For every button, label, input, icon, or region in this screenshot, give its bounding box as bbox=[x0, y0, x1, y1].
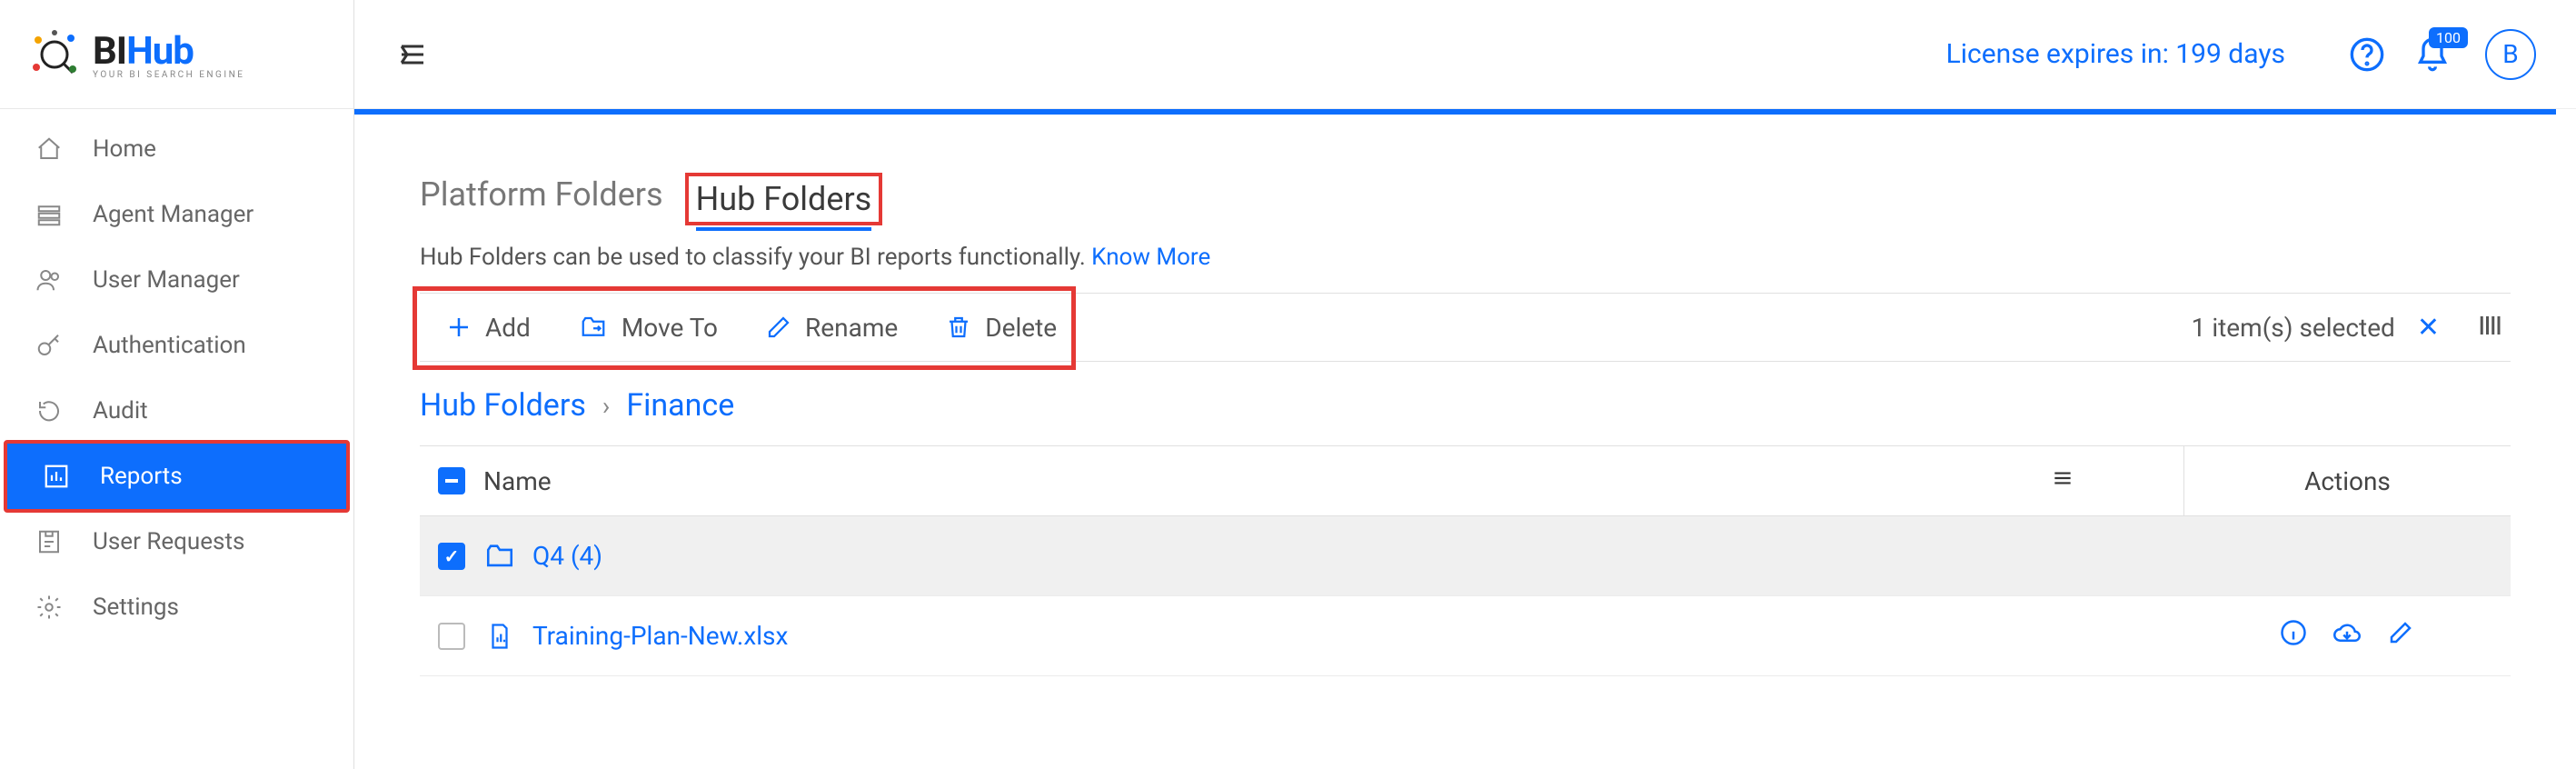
selection-count: 1 item(s) selected bbox=[2192, 313, 2395, 343]
tab-hub-folders[interactable]: Hub Folders bbox=[696, 180, 872, 231]
download-icon[interactable] bbox=[2332, 619, 2362, 653]
delete-button[interactable]: Delete bbox=[934, 305, 1068, 350]
help-button[interactable] bbox=[2347, 35, 2387, 75]
table-row[interactable]: Q4 (4) bbox=[420, 516, 2511, 596]
key-icon bbox=[35, 331, 64, 360]
sidebar-item-reports[interactable]: Reports bbox=[7, 444, 346, 509]
logo-hub: Hub bbox=[126, 29, 194, 74]
add-button[interactable]: Add bbox=[434, 305, 542, 350]
description-text: Hub Folders can be used to classify your… bbox=[420, 244, 1091, 271]
add-label: Add bbox=[485, 313, 531, 343]
sidebar-item-label: Authentication bbox=[93, 332, 246, 359]
col-name-header[interactable]: Name bbox=[483, 466, 552, 496]
breadcrumb-root[interactable]: Hub Folders bbox=[420, 387, 586, 424]
collapse-sidebar-button[interactable] bbox=[394, 36, 431, 73]
logo-bi: BI bbox=[93, 29, 126, 74]
sidebar: BI Hub YOUR BI SEARCH ENGINE Home Agent … bbox=[0, 0, 354, 769]
tabs: Platform Folders Hub Folders bbox=[420, 145, 2511, 225]
sort-icon[interactable] bbox=[2051, 466, 2074, 496]
rename-button[interactable]: Rename bbox=[754, 305, 909, 350]
sidebar-item-settings[interactable]: Settings bbox=[0, 574, 353, 640]
agent-icon bbox=[35, 200, 64, 229]
sidebar-item-label: Audit bbox=[93, 397, 148, 424]
sidebar-item-home[interactable]: Home bbox=[0, 116, 353, 182]
row-checkbox[interactable] bbox=[438, 543, 465, 570]
sidebar-item-label: Settings bbox=[93, 594, 179, 621]
edit-icon[interactable] bbox=[2387, 619, 2414, 653]
sidebar-item-agent-manager[interactable]: Agent Manager bbox=[0, 182, 353, 247]
toolbar: Add Move To Rename Delete 1 item(s) sele… bbox=[420, 293, 2511, 362]
notifications-badge: 100 bbox=[2429, 27, 2468, 48]
description: Hub Folders can be used to classify your… bbox=[420, 244, 2511, 271]
know-more-link[interactable]: Know More bbox=[1091, 244, 1210, 271]
avatar[interactable]: B bbox=[2485, 29, 2536, 80]
users-icon bbox=[35, 265, 64, 295]
license-text[interactable]: License expires in: 199 days bbox=[1946, 38, 2285, 70]
row-name: Training-Plan-New.xlsx bbox=[532, 621, 788, 651]
sidebar-item-user-requests[interactable]: User Requests bbox=[0, 509, 353, 574]
content-accent-bar bbox=[354, 109, 2556, 115]
sidebar-item-label: User Requests bbox=[93, 528, 244, 555]
tab-platform-folders[interactable]: Platform Folders bbox=[420, 175, 663, 223]
content: Platform Folders Hub Folders Hub Folders… bbox=[354, 109, 2576, 769]
home-icon bbox=[35, 135, 64, 164]
move-to-button[interactable]: Move To bbox=[567, 305, 729, 350]
columns-button[interactable] bbox=[2476, 312, 2503, 343]
header: License expires in: 199 days 100 B bbox=[354, 0, 2576, 109]
report-file-icon bbox=[483, 620, 516, 653]
col-actions-header: Actions bbox=[2183, 446, 2511, 515]
folder-icon bbox=[483, 540, 516, 573]
table-header: Name Actions bbox=[420, 445, 2511, 516]
requests-icon bbox=[35, 527, 64, 556]
clear-selection-button[interactable]: ✕ bbox=[2417, 312, 2440, 344]
sidebar-item-label: User Manager bbox=[93, 266, 240, 294]
logo-area: BI Hub YOUR BI SEARCH ENGINE bbox=[0, 0, 353, 109]
sidebar-item-user-manager[interactable]: User Manager bbox=[0, 247, 353, 313]
reports-icon bbox=[42, 462, 71, 491]
bihub-logo-icon bbox=[27, 27, 82, 82]
logo-tagline: YOUR BI SEARCH ENGINE bbox=[93, 70, 244, 80]
gear-icon bbox=[35, 593, 64, 622]
select-all-checkbox[interactable] bbox=[438, 467, 465, 494]
sidebar-item-audit[interactable]: Audit bbox=[0, 378, 353, 444]
main: License expires in: 199 days 100 B Platf… bbox=[354, 0, 2576, 769]
breadcrumb-current[interactable]: Finance bbox=[626, 387, 734, 424]
delete-label: Delete bbox=[985, 313, 1057, 343]
sidebar-item-authentication[interactable]: Authentication bbox=[0, 313, 353, 378]
chevron-right-icon: › bbox=[602, 391, 610, 421]
row-checkbox[interactable] bbox=[438, 623, 465, 650]
info-icon[interactable] bbox=[2280, 619, 2307, 653]
sidebar-nav: Home Agent Manager User Manager Authenti… bbox=[0, 109, 353, 640]
audit-icon bbox=[35, 396, 64, 425]
breadcrumb: Hub Folders › Finance bbox=[420, 387, 2511, 424]
sidebar-item-label: Home bbox=[93, 135, 156, 163]
rename-label: Rename bbox=[805, 313, 898, 343]
sidebar-item-label: Agent Manager bbox=[93, 201, 254, 228]
sidebar-item-label: Reports bbox=[100, 463, 183, 490]
move-to-label: Move To bbox=[622, 313, 718, 343]
table-row[interactable]: Training-Plan-New.xlsx bbox=[420, 596, 2511, 676]
row-name: Q4 (4) bbox=[532, 541, 602, 571]
notifications-button[interactable]: 100 bbox=[2412, 35, 2452, 75]
